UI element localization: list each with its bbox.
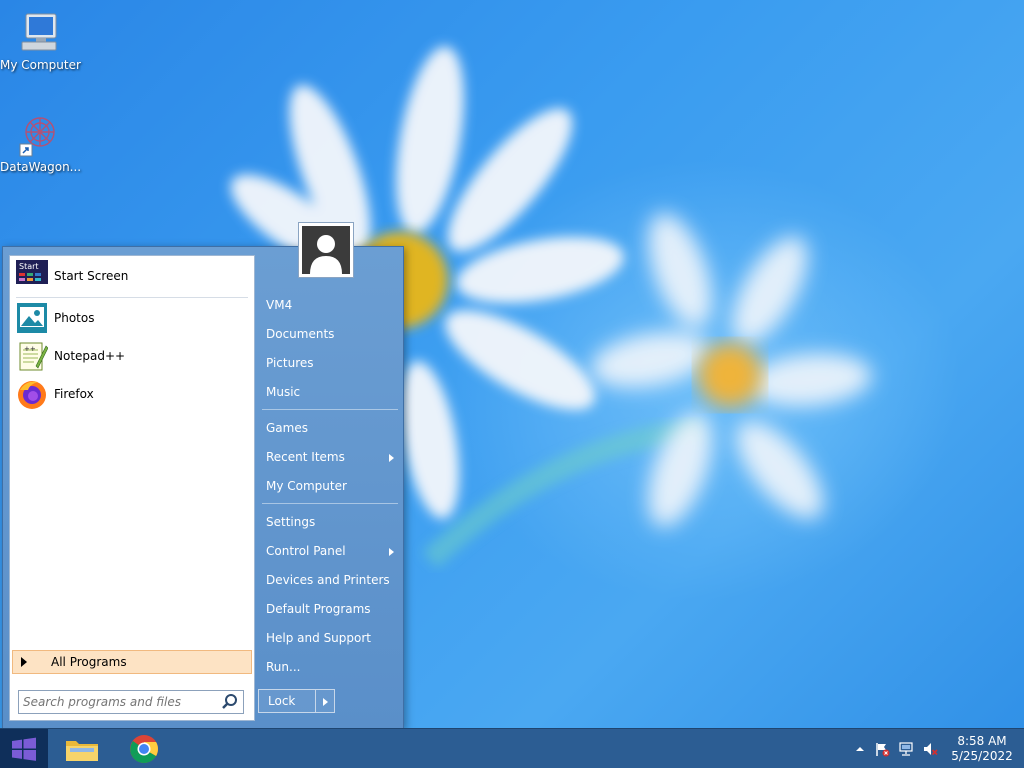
lock-button[interactable]: Lock xyxy=(258,689,316,713)
place-label: Devices and Printers xyxy=(266,573,390,587)
desktop-icon-label: My Computer xyxy=(0,58,81,72)
power-options-arrow-button[interactable] xyxy=(315,689,335,713)
taskbar-chrome[interactable] xyxy=(124,733,164,765)
program-label: Notepad++ xyxy=(54,349,126,363)
clock-date: 5/25/2022 xyxy=(951,749,1013,763)
submenu-arrow-icon xyxy=(389,454,394,462)
place-help-and-support[interactable]: Help and Support xyxy=(266,626,398,650)
place-recent-items[interactable]: Recent Items xyxy=(266,445,398,469)
start-menu-places-pane: VM4 Documents Pictures Music Games Recen… xyxy=(258,247,404,728)
place-label: Games xyxy=(266,421,308,435)
place-label: Documents xyxy=(266,327,335,341)
place-control-panel[interactable]: Control Panel xyxy=(266,539,398,563)
place-label: My Computer xyxy=(266,479,347,493)
separator xyxy=(16,297,248,298)
place-documents[interactable]: Documents xyxy=(266,322,398,346)
desktop-icon-datawagon[interactable]: DataWagon... xyxy=(0,110,82,174)
start-button[interactable] xyxy=(0,729,48,768)
all-programs-label: All Programs xyxy=(51,655,127,669)
action-center-flag-icon xyxy=(876,743,890,757)
program-item-photos[interactable]: Photos xyxy=(14,300,250,336)
place-label: Help and Support xyxy=(266,631,371,645)
program-label: Photos xyxy=(54,311,95,325)
svg-text:Start: Start xyxy=(19,262,39,271)
search-icon[interactable] xyxy=(220,692,240,712)
separator xyxy=(262,409,398,410)
user-silhouette-icon xyxy=(310,235,342,274)
expand-triangle-icon xyxy=(21,657,27,667)
user-avatar[interactable] xyxy=(298,222,354,278)
photos-icon xyxy=(17,303,47,333)
place-vm4[interactable]: VM4 xyxy=(266,293,398,317)
desktop-icon-my-computer[interactable]: My Computer xyxy=(0,8,81,72)
place-settings[interactable]: Settings xyxy=(266,510,398,534)
program-label: Firefox xyxy=(54,387,94,401)
place-label: Run... xyxy=(266,660,301,674)
chevron-up-icon xyxy=(856,747,864,751)
folder-icon xyxy=(66,741,98,761)
search-input[interactable] xyxy=(23,692,220,712)
place-label: Default Programs xyxy=(266,602,371,616)
action-center-tray-icon[interactable] xyxy=(874,741,890,757)
place-pictures[interactable]: Pictures xyxy=(266,351,398,375)
svg-text:++: ++ xyxy=(24,345,36,353)
taskbar: 8:58 AM 5/25/2022 xyxy=(0,728,1024,768)
clock-time: 8:58 AM xyxy=(957,734,1007,748)
place-label: Music xyxy=(266,385,301,399)
taskbar-clock[interactable]: 8:58 AM 5/25/2022 xyxy=(950,734,1014,764)
desktop-icon-label: DataWagon... xyxy=(0,160,82,174)
network-icon xyxy=(899,742,913,756)
search-box xyxy=(18,690,244,714)
place-devices-and-printers[interactable]: Devices and Printers xyxy=(266,568,398,592)
network-tray-icon[interactable] xyxy=(898,741,914,757)
place-label: Control Panel xyxy=(266,544,346,558)
start-screen-item[interactable]: Start Start Screen xyxy=(14,258,250,294)
submenu-arrow-icon xyxy=(389,548,394,556)
all-programs-button[interactable]: All Programs xyxy=(12,650,252,674)
place-label: Recent Items xyxy=(266,450,345,464)
volume-tray-icon[interactable] xyxy=(922,741,938,757)
place-label: Settings xyxy=(266,515,316,529)
place-default-programs[interactable]: Default Programs xyxy=(266,597,398,621)
separator xyxy=(262,503,398,504)
place-games[interactable]: Games xyxy=(266,416,398,440)
chrome-icon xyxy=(130,735,158,763)
place-label: VM4 xyxy=(266,298,293,312)
start-screen-icon: Start xyxy=(16,260,48,284)
notepadpp-icon: ++ xyxy=(19,342,48,371)
place-label: Pictures xyxy=(266,356,314,370)
windows-logo-icon xyxy=(12,737,36,761)
place-run[interactable]: Run... xyxy=(266,655,398,679)
show-hidden-icons-button[interactable] xyxy=(852,741,868,757)
datawagon-icon xyxy=(19,117,55,157)
computer-icon xyxy=(21,13,57,51)
taskbar-file-explorer[interactable] xyxy=(62,733,102,765)
place-my-computer[interactable]: My Computer xyxy=(266,474,398,498)
start-menu-programs-pane: Start Start Screen Photos ++ Notepad++ F… xyxy=(9,255,255,721)
volume-muted-icon xyxy=(924,743,938,756)
place-music[interactable]: Music xyxy=(266,380,398,404)
start-screen-label: Start Screen xyxy=(54,269,129,283)
lock-label: Lock xyxy=(268,694,296,708)
start-menu: Start Start Screen Photos ++ Notepad++ F… xyxy=(2,246,404,729)
arrow-right-icon xyxy=(323,698,328,706)
firefox-icon xyxy=(18,381,46,409)
program-item-firefox[interactable]: Firefox xyxy=(14,376,250,412)
program-item-notepadpp[interactable]: ++ Notepad++ xyxy=(14,338,250,374)
